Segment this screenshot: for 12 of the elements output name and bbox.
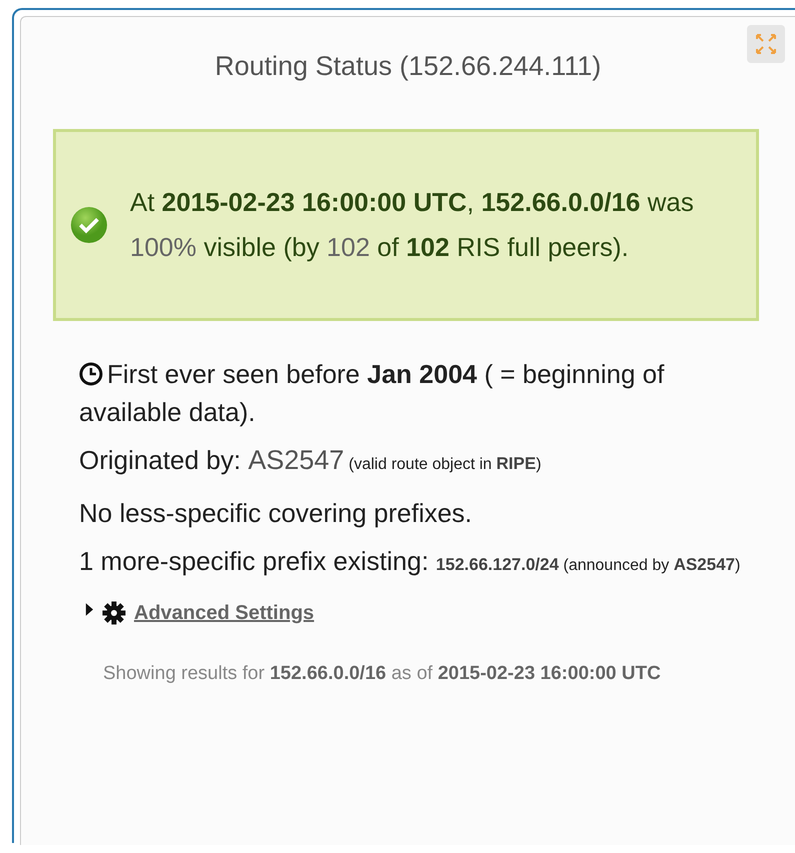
expand-icon[interactable] (85, 602, 94, 616)
advanced-settings-link[interactable]: Advanced Settings (134, 602, 314, 624)
clock-icon (79, 362, 103, 386)
routing-fact: Originated by: AS2547 (valid route object in RIPE) (79, 444, 542, 477)
routing-fact: No less-specific covering prefixes. (79, 497, 474, 530)
widget-title: Routing Status (152.66.244.111) (214, 50, 602, 83)
expand-icon (753, 31, 779, 57)
status-message: At 2015-02-23 16:00:00 UTC, 152.66.0.0/16 was 100% visible (by 102 of 102 RIS full peers). (130, 186, 695, 264)
routing-fact: 1 more-specific prefix existing: 152.66.127.0/24 (announced by AS2547) (79, 545, 742, 578)
routing-fact: First ever seen before Jan 2004 ( = beginning of available data). (79, 358, 666, 429)
results-note: Showing results for 152.66.0.0/16 as of 2015-02-23 16:00:00 UTC (103, 662, 662, 686)
settings-icon (102, 601, 126, 625)
